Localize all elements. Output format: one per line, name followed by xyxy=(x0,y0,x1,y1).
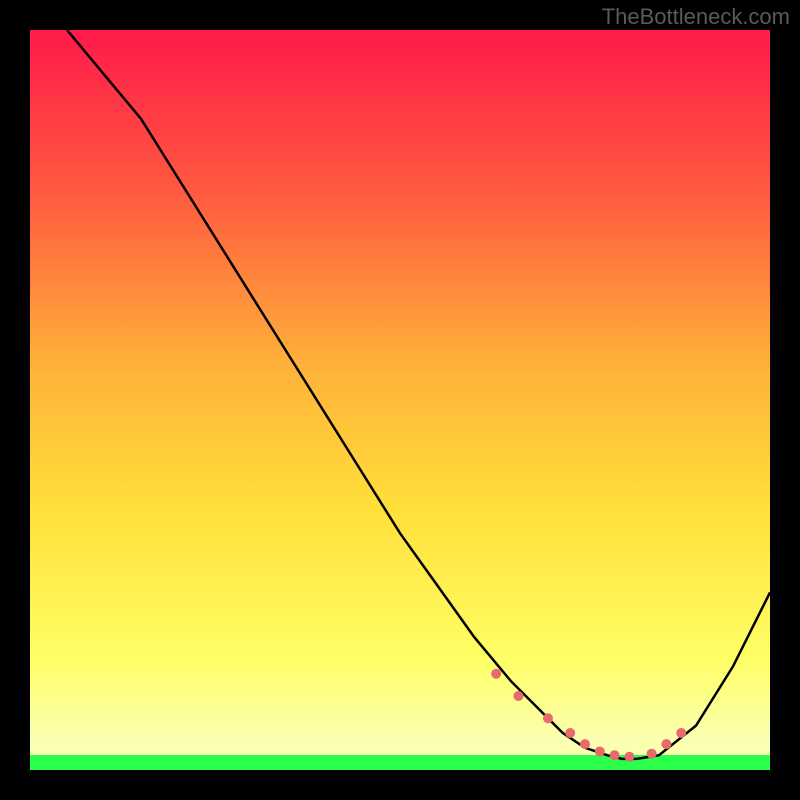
chart-background-gradient xyxy=(30,30,770,770)
highlight-dot xyxy=(676,728,686,738)
highlight-dot xyxy=(491,669,501,679)
highlight-dot xyxy=(661,739,671,749)
highlight-dot xyxy=(595,747,605,757)
highlight-dot xyxy=(565,728,575,738)
highlight-dot xyxy=(543,713,553,723)
highlight-dot xyxy=(610,750,620,760)
chart-svg xyxy=(30,30,770,770)
highlight-dot xyxy=(624,752,634,762)
highlight-dot xyxy=(580,739,590,749)
highlight-dot xyxy=(647,749,657,759)
chart-bottom-band xyxy=(30,755,770,770)
highlight-dot xyxy=(513,691,523,701)
chart-plot-area xyxy=(30,30,770,770)
watermark-text: TheBottleneck.com xyxy=(602,4,790,30)
